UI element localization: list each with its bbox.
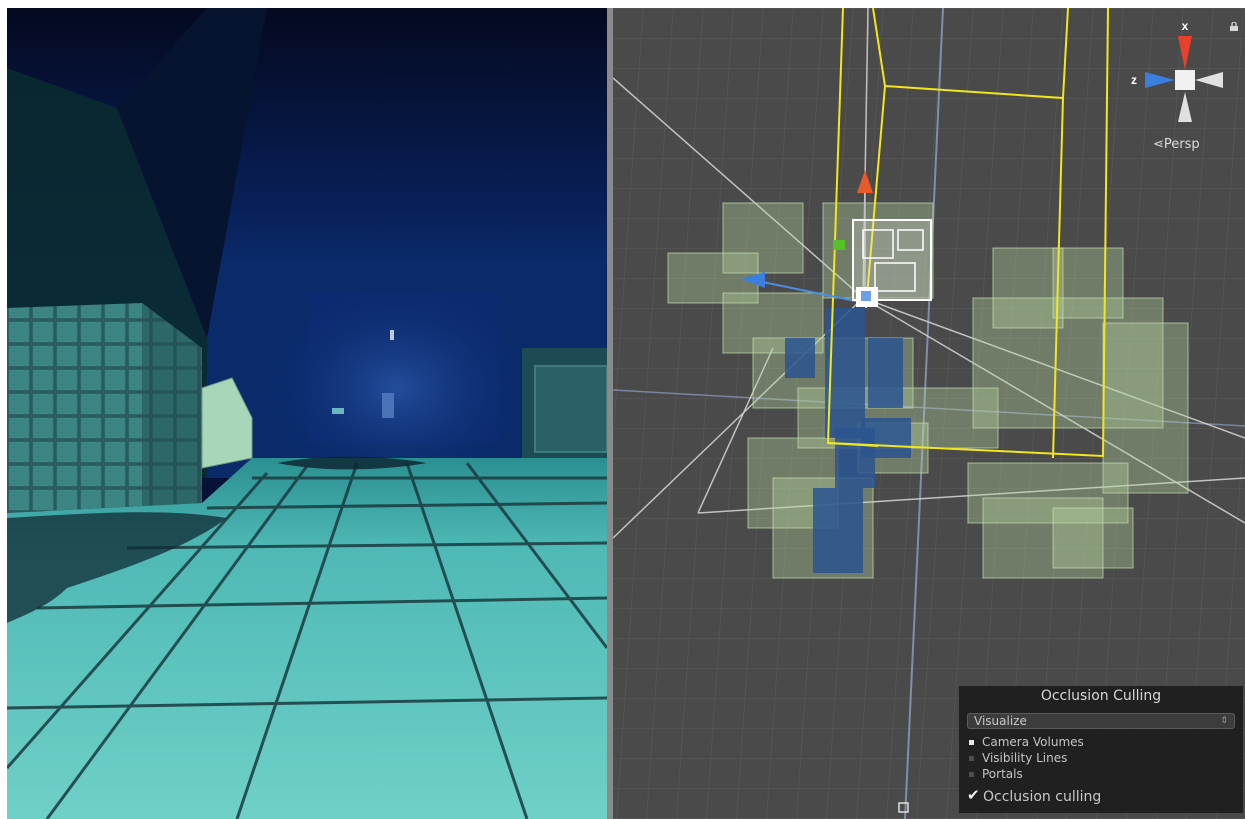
gizmo-center-cube[interactable]	[1175, 70, 1195, 90]
select-arrow-icon: ⇕	[1220, 716, 1228, 726]
item-label: Camera Volumes	[982, 735, 1084, 749]
gizmo-z-label: z	[1131, 73, 1137, 87]
item-portals[interactable]: Portals	[967, 767, 1023, 782]
gizmo-x-label: x	[1182, 19, 1189, 33]
game-view[interactable]	[7, 8, 607, 819]
gizmo-neg-z-cone[interactable]	[1195, 72, 1223, 88]
lock-icon[interactable]	[1230, 22, 1238, 31]
gizmo-z-cone[interactable]	[1145, 72, 1175, 88]
projection-toggle[interactable]: ⋖Persp	[1153, 137, 1200, 152]
occlusion-culling-panel: Occlusion Culling Visualize ⇕ Camera Vol…	[959, 686, 1243, 813]
item-label: Visibility Lines	[982, 751, 1068, 765]
inactive-square-icon	[969, 771, 974, 777]
gizmo-x-cone[interactable]	[1178, 36, 1192, 70]
panel-title: Occlusion Culling	[1040, 688, 1162, 704]
item-camera-volumes[interactable]: Camera Volumes	[967, 735, 1084, 750]
persp-arrow-icon: ⋖	[1153, 137, 1164, 152]
checkbox-label: Occlusion culling	[983, 789, 1102, 805]
projection-label: Persp	[1163, 137, 1200, 152]
select-value: Visualize	[974, 714, 1027, 728]
checkmark-icon: ✔	[967, 786, 980, 804]
gizmo-neg-x-cone[interactable]	[1178, 92, 1192, 122]
occlusion-culling-toggle[interactable]: ✔ Occlusion culling	[967, 786, 1102, 806]
checkbox-icon[interactable]: ✔	[967, 786, 981, 804]
item-label: Portals	[982, 767, 1023, 781]
item-visibility-lines[interactable]: Visibility Lines	[967, 751, 1067, 766]
inactive-square-icon	[969, 755, 974, 761]
active-square-icon	[969, 739, 974, 745]
game-render	[7, 8, 607, 819]
visualize-mode-select[interactable]: Visualize ⇕	[967, 713, 1235, 729]
